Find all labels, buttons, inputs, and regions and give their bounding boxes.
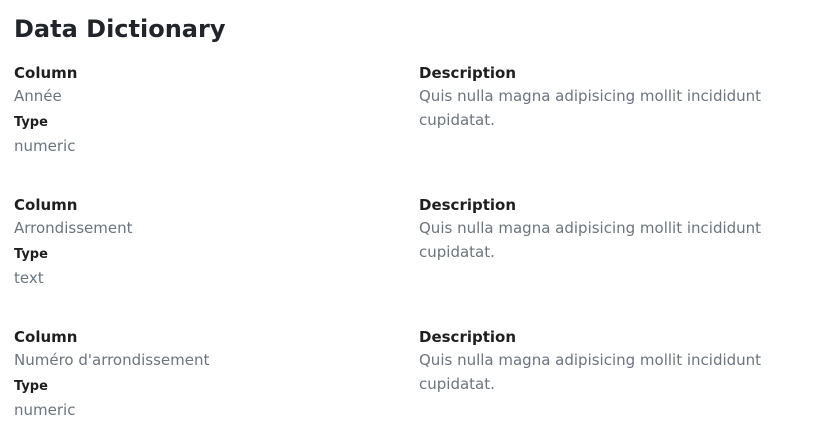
type-label: Type	[14, 379, 48, 394]
dictionary-entry: Column Numéro d'arrondissement Type nume…	[0, 326, 819, 446]
type-label: Type	[14, 247, 48, 262]
column-value: Année	[14, 87, 62, 105]
column-label: Column	[14, 196, 78, 214]
column-info: Column Arrondissement Type text	[14, 194, 394, 290]
description-info: Description Quis nulla magna adipisicing…	[419, 194, 779, 264]
description-info: Description Quis nulla magna adipisicing…	[419, 62, 779, 132]
description-info: Description Quis nulla magna adipisicing…	[419, 326, 779, 396]
column-info: Column Numéro d'arrondissement Type nume…	[14, 326, 394, 422]
dictionary-entry: Column Année Type numeric Description Qu…	[0, 62, 819, 182]
column-label: Column	[14, 64, 78, 82]
type-value: text	[14, 269, 44, 287]
description-label: Description	[419, 64, 517, 82]
dictionary-entry: Column Arrondissement Type text Descript…	[0, 194, 819, 314]
description-label: Description	[419, 196, 517, 214]
description-value: Quis nulla magna adipisicing mollit inci…	[419, 219, 762, 261]
description-value: Quis nulla magna adipisicing mollit inci…	[419, 87, 762, 129]
column-value: Numéro d'arrondissement	[14, 351, 210, 369]
type-label: Type	[14, 115, 48, 130]
description-value: Quis nulla magna adipisicing mollit inci…	[419, 351, 762, 393]
description-label: Description	[419, 328, 517, 346]
page-title: Data Dictionary	[14, 15, 226, 43]
column-info: Column Année Type numeric	[14, 62, 394, 158]
type-value: numeric	[14, 401, 76, 419]
type-value: numeric	[14, 137, 76, 155]
column-value: Arrondissement	[14, 219, 133, 237]
column-label: Column	[14, 328, 78, 346]
